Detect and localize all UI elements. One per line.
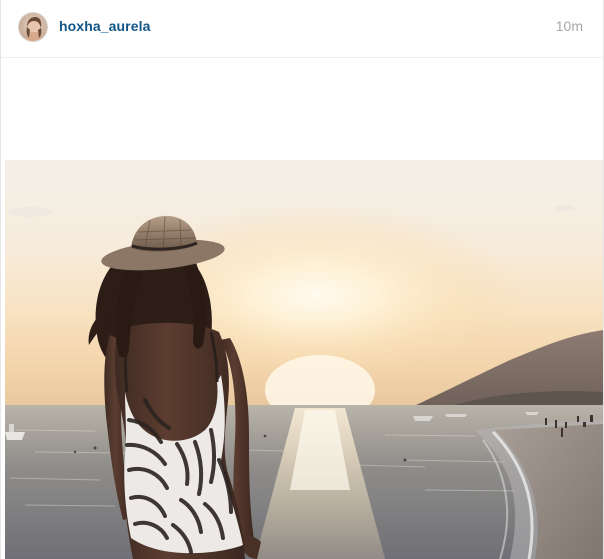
post-photo[interactable] — [5, 160, 603, 559]
post-header: hoxha_aurela 10m — [1, 0, 603, 58]
beach-sunset-image — [5, 160, 603, 559]
image-top-padding — [1, 59, 603, 160]
instagram-post: hoxha_aurela 10m — [0, 0, 604, 559]
avatar-image — [19, 13, 47, 41]
username-link[interactable]: hoxha_aurela — [59, 18, 150, 34]
post-timestamp[interactable]: 10m — [556, 18, 583, 34]
user-avatar[interactable] — [18, 12, 48, 42]
